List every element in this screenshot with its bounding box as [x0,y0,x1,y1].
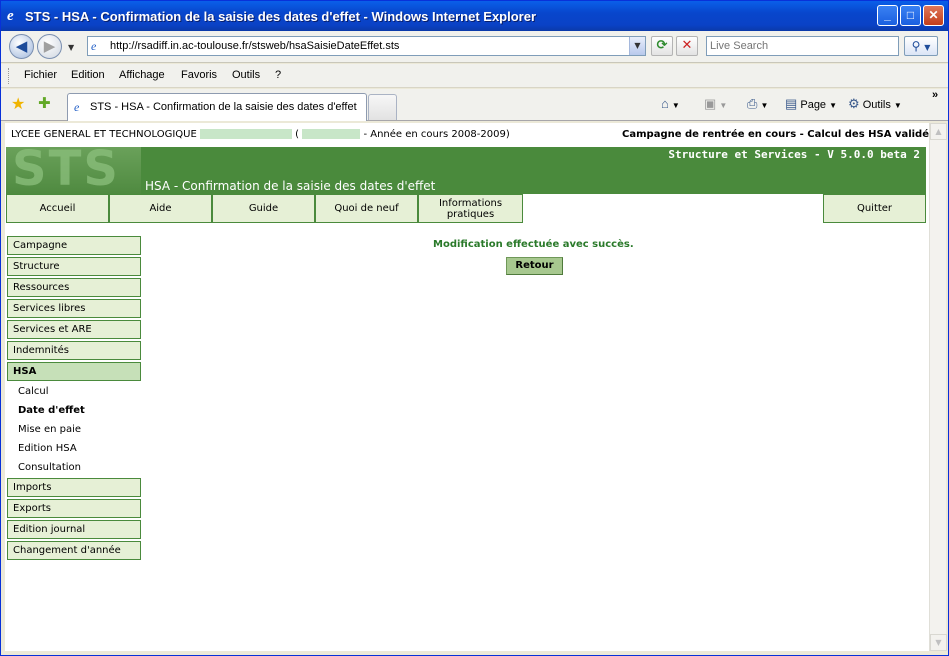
search-dropdown-icon: ▼ [924,43,931,52]
page-title: HSA - Confirmation de la saisie des date… [145,179,436,193]
sidebar-item-structure[interactable]: Structure [7,257,141,276]
school-year: - Année en cours 2008-2009) [363,129,510,140]
page-menu-icon: ▤ [785,96,798,111]
sts-logo: STS [6,147,141,194]
browser-window: e STS - HSA - Confirmation de la saisie … [0,0,949,656]
menu-bar: Fichier Edition Affichage Favoris Outils… [1,64,948,88]
menu-help[interactable]: ? [275,69,281,81]
scroll-down-icon[interactable]: ▼ [930,634,947,651]
school-line: LYCEE GENERAL ET TECHNOLOGIQUE ( - Année… [11,129,510,140]
address-bar: ◀ ▶ ▼ e http://rsadiff.in.ac-toulouse.fr… [1,31,948,63]
sidebar-item-changement-annee[interactable]: Changement d'année [7,541,141,560]
menu-fichier[interactable]: Fichier [24,69,57,81]
nav-accueil[interactable]: Accueil [6,194,109,223]
sidebar-sub-calcul[interactable]: Calcul [18,386,49,397]
history-dropdown-icon[interactable]: ▼ [68,43,74,52]
title-bar: e STS - HSA - Confirmation de la saisie … [1,1,948,31]
refresh-button[interactable]: ⟳ [651,36,673,56]
print-button[interactable]: ⎙ ▼ [747,96,768,112]
nav-aide[interactable]: Aide [109,194,212,223]
sidebar-item-edition-journal[interactable]: Edition journal [7,520,141,539]
page-icon: e [91,39,97,53]
nav-guide[interactable]: Guide [212,194,315,223]
favorites-star-icon[interactable]: ★ [11,94,25,113]
rss-icon: ▣ [704,96,717,111]
retour-button[interactable]: Retour [506,257,563,275]
new-tab-button[interactable] [368,94,397,120]
sidebar-sub-date-effet[interactable]: Date d'effet [18,405,85,416]
add-favorite-icon[interactable]: ✚ [38,94,51,112]
search-input[interactable] [707,37,898,55]
tab-bar: ★ ✚ e STS - HSA - Confirmation de la sai… [1,89,948,121]
gear-icon: ⚙ [848,96,860,111]
school-open-paren: ( [295,129,300,140]
sidebar-sub-edition-hsa[interactable]: Edition HSA [18,443,77,454]
menu-edition[interactable]: Edition [71,69,105,81]
sidebar-item-ressources[interactable]: Ressources [7,278,141,297]
nav-quitter[interactable]: Quitter [823,194,926,223]
page-menu-button[interactable]: ▤ Page ▼ [785,96,837,112]
school-name: LYCEE GENERAL ET TECHNOLOGIQUE [11,129,197,140]
search-box[interactable] [706,36,899,56]
window-title: STS - HSA - Confirmation de la saisie de… [25,9,537,24]
header-banner: STS Structure et Services - V 5.0.0 beta… [6,147,926,194]
printer-icon: ⎙ [747,96,758,111]
url-dropdown-icon[interactable]: ▼ [629,37,645,55]
campaign-status: Campagne de rentrée en cours - Calcul de… [622,129,929,140]
nav-info-line2: pratiques [446,208,495,220]
nav-quoi-de-neuf[interactable]: Quoi de neuf [315,194,418,223]
chevron-more-icon[interactable]: » [932,89,938,101]
top-navigation: Accueil Aide Guide Quoi de neuf Informat… [6,194,926,223]
sidebar-item-imports[interactable]: Imports [7,478,141,497]
search-icon: ⚲ [911,39,921,53]
sidebar-sub-consultation[interactable]: Consultation [18,462,81,473]
search-button[interactable]: ⚲ ▼ [904,36,938,56]
tools-menu-button[interactable]: ⚙ Outils ▼ [848,96,902,112]
forward-button[interactable]: ▶ [37,34,62,59]
sidebar-item-exports[interactable]: Exports [7,499,141,518]
ie-logo-icon: e [7,8,14,24]
menu-favoris[interactable]: Favoris [181,69,217,81]
maximize-button[interactable]: □ [900,5,921,26]
back-button[interactable]: ◀ [9,34,34,59]
sidebar-item-indemnites[interactable]: Indemnités [7,341,141,360]
vertical-scrollbar[interactable]: ▲ ▼ [929,123,947,651]
logo-text: STS [12,147,120,194]
close-button[interactable]: ✕ [923,5,944,26]
tab-current[interactable]: e STS - HSA - Confirmation de la saisie … [67,93,367,121]
tab-label: STS - HSA - Confirmation de la saisie de… [90,101,357,113]
feeds-button[interactable]: ▣ ▼ [704,96,727,112]
menu-affichage[interactable]: Affichage [119,69,165,81]
stop-button[interactable]: ✕ [676,36,698,56]
sidebar-item-services-libres[interactable]: Services libres [7,299,141,318]
sidebar-item-campagne[interactable]: Campagne [7,236,141,255]
nav-informations-pratiques[interactable]: Informations pratiques [418,194,523,223]
page-content: LYCEE GENERAL ET TECHNOLOGIQUE ( - Année… [5,123,929,651]
sidebar-item-hsa[interactable]: HSA [7,362,141,381]
url-text[interactable]: http://rsadiff.in.ac-toulouse.fr/stsweb/… [110,40,399,52]
minimize-button[interactable]: _ [877,5,898,26]
sidebar-sub-mise-en-paie[interactable]: Mise en paie [18,424,81,435]
url-field[interactable]: e http://rsadiff.in.ac-toulouse.fr/stswe… [87,36,646,56]
nav-info-line1: Informations [438,197,503,209]
scroll-up-icon[interactable]: ▲ [930,123,947,140]
app-version: Structure et Services - V 5.0.0 beta 2 [668,148,920,161]
home-button[interactable]: ⌂ ▼ [661,96,680,111]
redacted-name [199,129,292,139]
success-message: Modification effectuée avec succès. [433,239,634,250]
menu-outils[interactable]: Outils [232,69,260,81]
redacted-code [302,129,361,139]
menu-grip [8,68,11,84]
sidebar-item-services-are[interactable]: Services et ARE [7,320,141,339]
tab-page-icon: e [74,100,80,114]
home-icon: ⌂ [661,96,669,111]
